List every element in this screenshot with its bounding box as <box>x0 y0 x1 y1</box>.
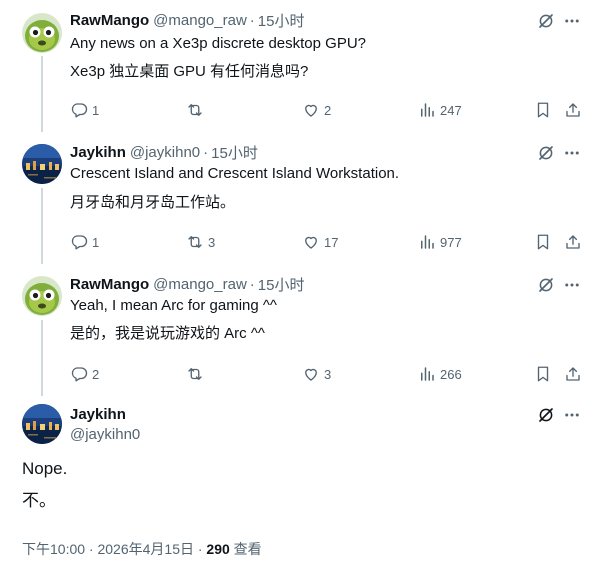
repost-count: 3 <box>208 234 216 250</box>
author-name[interactable]: RawMango <box>70 12 149 29</box>
views-icon <box>421 367 434 381</box>
author-name[interactable]: Jaykihn <box>70 144 126 161</box>
tweet-text-line: Crescent Island and Crescent Island Work… <box>70 165 400 182</box>
reply-icon <box>71 367 88 382</box>
like-button[interactable]: 3 <box>302 364 331 384</box>
views-icon <box>421 103 434 117</box>
reply-icon <box>71 103 88 118</box>
reply-count: 1 <box>92 234 100 250</box>
more-icon[interactable] <box>563 276 581 294</box>
reply-icon <box>71 235 88 250</box>
views-icon <box>421 235 434 249</box>
author-handle[interactable]: @jaykihn0 <box>70 426 140 443</box>
share-icon <box>566 103 580 117</box>
like-icon <box>305 236 317 249</box>
bookmark-icon <box>537 366 549 382</box>
timestamp[interactable]: 15小时 <box>258 10 305 31</box>
tweet-text-line: Yeah, I mean Arc for gaming ^^ <box>70 297 277 314</box>
tweet-text-line: 月牙岛和月牙岛工作站。 <box>70 194 236 211</box>
tweet-text-line: 不。 <box>22 491 56 510</box>
views-button[interactable]: 247 <box>418 100 462 120</box>
views-button[interactable]: 977 <box>418 232 462 252</box>
author-name[interactable]: RawMango <box>70 276 149 293</box>
bookmark-icon <box>537 102 549 118</box>
post-meta: 下午10:00 · 2026年4月15日 · 290 查看 <box>22 539 262 559</box>
repost-button[interactable] <box>186 100 208 120</box>
like-button[interactable]: 17 <box>302 232 338 252</box>
share-button[interactable] <box>564 232 582 252</box>
repost-button[interactable]: 3 <box>186 232 215 252</box>
timestamp[interactable]: 15小时 <box>258 274 305 295</box>
bookmark-button[interactable] <box>534 232 552 252</box>
tweet-text-line: Nope. <box>22 459 68 478</box>
bookmark-icon <box>537 234 549 250</box>
reply-button[interactable]: 1 <box>70 100 99 120</box>
repost-icon <box>188 236 202 248</box>
separator: · <box>249 11 255 29</box>
author-handle[interactable]: @jaykihn0 <box>130 144 200 161</box>
bookmark-button[interactable] <box>534 100 552 120</box>
post-views-count: 290 <box>206 541 230 557</box>
like-icon <box>305 104 317 117</box>
author-handle[interactable]: @mango_raw <box>153 12 247 29</box>
timestamp[interactable]: 15小时 <box>211 142 258 163</box>
reply-tweet-1[interactable]: RawMango @mango_raw · 15小时 Any news on a… <box>0 0 600 132</box>
reply-tweet-2[interactable]: Jaykihn @jaykihn0 · 15小时 Crescent Island… <box>0 132 600 264</box>
tweet-text-line: Any news on a Xe3p discrete desktop GPU? <box>70 35 367 52</box>
thread-line <box>41 188 43 264</box>
grok-icon[interactable] <box>537 406 555 424</box>
more-icon[interactable] <box>563 406 581 424</box>
reply-button[interactable]: 1 <box>70 232 99 252</box>
bookmark-button[interactable] <box>534 364 552 384</box>
more-icon[interactable] <box>563 12 581 30</box>
tweet-text-line: 是的，我是说玩游戏的 Arc ^^ <box>70 325 265 342</box>
grok-icon[interactable] <box>537 144 555 162</box>
reply-tweet-3[interactable]: RawMango @mango_raw · 15小时 Yeah, I mean … <box>0 264 600 396</box>
grok-icon[interactable] <box>537 12 555 30</box>
separator: · <box>249 275 255 293</box>
like-count: 17 <box>324 234 339 250</box>
avatar[interactable] <box>22 276 62 316</box>
repost-button[interactable] <box>186 364 208 384</box>
author-name[interactable]: Jaykihn <box>70 406 126 423</box>
share-icon <box>566 367 580 381</box>
post-views-label: 查看 <box>229 541 262 557</box>
grok-icon[interactable] <box>537 276 555 294</box>
reply-count: 2 <box>92 366 100 382</box>
more-icon[interactable] <box>563 144 581 162</box>
like-icon <box>305 368 317 381</box>
share-icon <box>566 235 580 249</box>
views-count: 977 <box>440 234 462 250</box>
separator: · <box>203 143 209 161</box>
thread-line <box>41 320 43 396</box>
author-handle[interactable]: @mango_raw <box>153 276 247 293</box>
views-button[interactable]: 266 <box>418 364 462 384</box>
like-count: 2 <box>324 102 332 118</box>
tweet-text-line: Xe3p 独立桌面 GPU 有任何消息吗? <box>70 63 309 80</box>
share-button[interactable] <box>564 364 582 384</box>
reply-button[interactable]: 2 <box>70 364 99 384</box>
thread-line <box>41 56 43 132</box>
views-count: 247 <box>440 102 462 118</box>
avatar[interactable] <box>22 144 62 184</box>
share-button[interactable] <box>564 100 582 120</box>
repost-icon <box>188 368 202 380</box>
repost-icon <box>188 104 202 116</box>
avatar[interactable] <box>22 404 62 444</box>
views-count: 266 <box>440 366 462 382</box>
like-button[interactable]: 2 <box>302 100 331 120</box>
reply-count: 1 <box>92 102 100 118</box>
post-timestamp[interactable]: 下午10:00 · 2026年4月15日 · <box>22 541 206 557</box>
avatar[interactable] <box>22 13 62 53</box>
like-count: 3 <box>324 366 332 382</box>
